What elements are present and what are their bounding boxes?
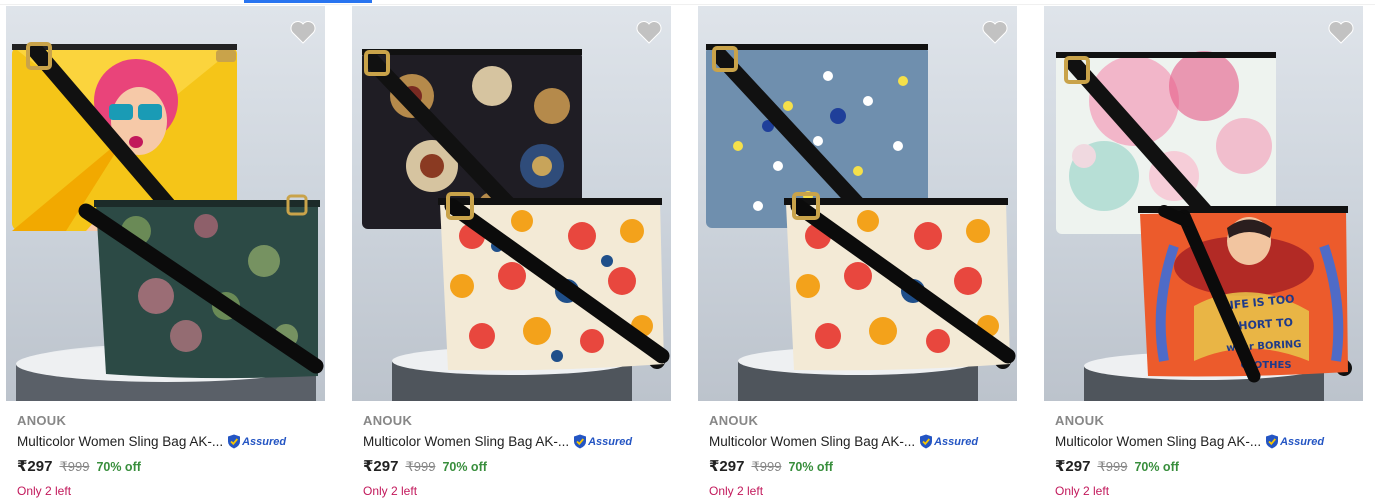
stock-status: Only 2 left (363, 484, 418, 498)
product-image[interactable] (352, 6, 671, 401)
shield-check-icon (574, 434, 587, 449)
stock-status: Only 2 left (1055, 484, 1110, 498)
product-title[interactable]: Multicolor Women Sling Bag AK-... (17, 434, 223, 449)
discount-label: 70% off (788, 460, 833, 474)
assured-badge: Assured (919, 434, 978, 449)
discount-label: 70% off (442, 460, 487, 474)
heart-icon (982, 21, 1008, 44)
assured-label: Assured (1280, 435, 1325, 448)
product-brand: ANOUK (363, 413, 413, 428)
product-image[interactable] (698, 6, 1017, 401)
selling-price: ₹297 (709, 458, 745, 475)
selling-price: ₹297 (363, 458, 399, 475)
shield-check-icon (1266, 434, 1279, 449)
wishlist-button[interactable] (635, 18, 663, 46)
wishlist-button[interactable] (981, 18, 1009, 46)
heart-icon (1328, 21, 1354, 44)
product-brand: ANOUK (1055, 413, 1105, 428)
shield-check-icon (228, 434, 241, 449)
stock-status: Only 2 left (709, 484, 764, 498)
product-title[interactable]: Multicolor Women Sling Bag AK-... (709, 434, 915, 449)
assured-badge: Assured (227, 434, 286, 449)
original-price: ₹999 (1097, 459, 1128, 474)
product-brand: ANOUK (17, 413, 67, 428)
assured-label: Assured (934, 435, 979, 448)
wishlist-button[interactable] (289, 18, 317, 46)
product-card[interactable]: ANOUK Multicolor Women Sling Bag AK-... … (6, 6, 325, 502)
product-photo (12, 42, 324, 401)
top-border (0, 0, 1375, 5)
original-price: ₹999 (59, 459, 90, 474)
discount-label: 70% off (96, 460, 141, 474)
heart-icon (290, 21, 316, 44)
product-photo (706, 44, 1016, 401)
selling-price: ₹297 (17, 458, 53, 475)
product-grid: ANOUK Multicolor Women Sling Bag AK-... … (6, 6, 1363, 502)
assured-label: Assured (242, 435, 287, 448)
stock-status: Only 2 left (17, 484, 72, 498)
product-brand: ANOUK (709, 413, 759, 428)
product-title[interactable]: Multicolor Women Sling Bag AK-... (1055, 434, 1261, 449)
selling-price: ₹297 (1055, 458, 1091, 475)
discount-label: 70% off (1134, 460, 1179, 474)
product-card[interactable]: ANOUK Multicolor Women Sling Bag AK-... … (698, 6, 1017, 502)
product-title[interactable]: Multicolor Women Sling Bag AK-... (363, 434, 569, 449)
original-price: ₹999 (751, 459, 782, 474)
original-price: ₹999 (405, 459, 436, 474)
assured-label: Assured (588, 435, 633, 448)
heart-icon (636, 21, 662, 44)
wishlist-button[interactable] (1327, 18, 1355, 46)
assured-badge: Assured (1265, 434, 1324, 449)
product-card[interactable]: ANOUK Multicolor Women Sling Bag AK-... … (352, 6, 671, 502)
product-image[interactable] (6, 6, 325, 401)
product-photo: LIFE IS TOO SHORT TO wear BORING CLOTHES (1056, 51, 1352, 401)
product-image[interactable]: LIFE IS TOO SHORT TO wear BORING CLOTHES (1044, 6, 1363, 401)
assured-badge: Assured (573, 434, 632, 449)
product-photo (362, 49, 670, 401)
shield-check-icon (920, 434, 933, 449)
active-tab-indicator (244, 0, 372, 3)
product-card[interactable]: LIFE IS TOO SHORT TO wear BORING CLOTHES… (1044, 6, 1363, 502)
